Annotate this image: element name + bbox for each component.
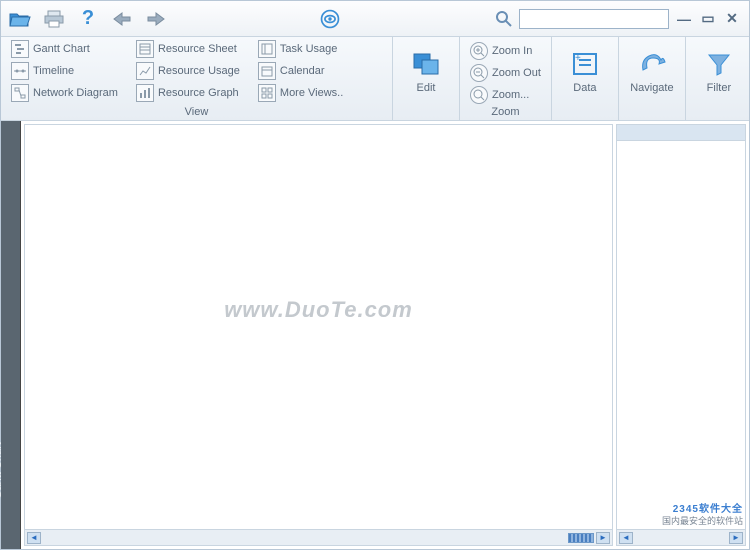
zoom-in-button[interactable]: Zoom In [466, 41, 545, 61]
filter-icon [704, 49, 734, 79]
group-edit: Edit [393, 37, 460, 120]
scroll-left-icon[interactable]: ◄ [27, 532, 41, 544]
zoom-out-button[interactable]: Zoom Out [466, 63, 545, 83]
scroll-thumb[interactable] [568, 533, 594, 543]
badge-logo: 2345软件大全 [662, 504, 743, 516]
group-view: Gantt Chart Timeline Network Diagram Res… [1, 37, 393, 120]
label: Resource Sheet [158, 43, 237, 55]
forward-icon[interactable] [145, 8, 167, 30]
vertical-tab[interactable]: Gantt Chart [1, 121, 21, 549]
timeline-icon [11, 62, 29, 80]
scroll-right-icon[interactable]: ► [596, 532, 610, 544]
side-pane-header [617, 125, 745, 141]
eye-logo-icon [319, 8, 341, 30]
calendar-icon [258, 62, 276, 80]
gantt-chart-button[interactable]: Gantt Chart [7, 39, 122, 59]
close-button[interactable]: ✕ [723, 10, 741, 28]
gantt-chart-icon [11, 40, 29, 58]
more-views-icon [258, 84, 276, 102]
label: Zoom... [492, 89, 529, 101]
group-data: + Data [552, 37, 619, 120]
group-navigate: Navigate [619, 37, 686, 120]
group-label: Zoom [466, 105, 545, 120]
watermark: www.DuoTe.com [224, 297, 413, 323]
svg-text:+: + [575, 53, 581, 64]
resource-graph-icon [136, 84, 154, 102]
label: Zoom In [492, 45, 532, 57]
vertical-tab-label: Gantt Chart [0, 442, 4, 499]
timeline-button[interactable]: Timeline [7, 61, 122, 81]
label: Timeline [33, 65, 74, 77]
label: Zoom Out [492, 67, 541, 79]
side-scrollbar[interactable]: ◄ ► [617, 529, 745, 545]
resource-usage-icon [136, 62, 154, 80]
help-icon[interactable]: ? [77, 8, 99, 30]
edit-icon [411, 49, 441, 79]
titlebar: ? — ▭ ✕ [1, 1, 749, 37]
zoom-icon [470, 86, 488, 104]
side-pane: 2345软件大全 国内最安全的软件站 ◄ ► [616, 124, 746, 546]
label: Task Usage [280, 43, 337, 55]
zoom-in-icon [470, 42, 488, 60]
navigate-button[interactable]: Navigate [625, 39, 679, 103]
resource-sheet-icon [136, 40, 154, 58]
ribbon: Gantt Chart Timeline Network Diagram Res… [1, 37, 749, 121]
data-icon: + [570, 49, 600, 79]
maximize-button[interactable]: ▭ [699, 10, 717, 28]
resource-sheet-button[interactable]: Resource Sheet [132, 39, 244, 59]
task-usage-icon [258, 40, 276, 58]
data-button[interactable]: + Data [558, 39, 612, 103]
resource-graph-button[interactable]: Resource Graph [132, 83, 244, 103]
filter-button[interactable]: Filter [692, 39, 746, 103]
calendar-button[interactable]: Calendar [254, 61, 347, 81]
open-icon[interactable] [9, 8, 31, 30]
badge-sub: 国内最安全的软件站 [662, 516, 743, 527]
label: Edit [417, 82, 436, 94]
group-filter: Filter [686, 37, 750, 120]
print-icon[interactable] [43, 8, 65, 30]
label: More Views.. [280, 87, 343, 99]
resource-usage-button[interactable]: Resource Usage [132, 61, 244, 81]
label: Network Diagram [33, 87, 118, 99]
group-label [625, 105, 679, 120]
search-icon[interactable] [493, 8, 515, 30]
edit-button[interactable]: Edit [399, 39, 453, 103]
zoom-out-icon [470, 64, 488, 82]
label: Resource Usage [158, 65, 240, 77]
site-badge: 2345软件大全 国内最安全的软件站 [662, 504, 743, 527]
label: Gantt Chart [33, 43, 90, 55]
group-label [399, 105, 453, 120]
task-usage-button[interactable]: Task Usage [254, 39, 347, 59]
group-label [558, 105, 612, 120]
label: Filter [707, 82, 731, 94]
zoom-custom-button[interactable]: Zoom... [466, 85, 545, 105]
network-diagram-button[interactable]: Network Diagram [7, 83, 122, 103]
group-zoom: Zoom In Zoom Out Zoom... Zoom [460, 37, 552, 120]
scroll-right-icon[interactable]: ► [729, 532, 743, 544]
back-icon[interactable] [111, 8, 133, 30]
scroll-left-icon[interactable]: ◄ [619, 532, 633, 544]
label: Calendar [280, 65, 325, 77]
main-pane: www.DuoTe.com ◄ ► [24, 124, 613, 546]
navigate-icon [637, 49, 667, 79]
label: Data [573, 82, 596, 94]
label: Navigate [630, 82, 673, 94]
search-input[interactable] [519, 9, 669, 29]
workspace: Gantt Chart www.DuoTe.com ◄ ► 2345软件大全 国… [1, 121, 749, 549]
network-diagram-icon [11, 84, 29, 102]
minimize-button[interactable]: — [675, 10, 693, 28]
label: Resource Graph [158, 87, 239, 99]
more-views-button[interactable]: More Views.. [254, 83, 347, 103]
group-label [692, 105, 746, 120]
main-scrollbar[interactable]: ◄ ► [25, 529, 612, 545]
group-label: View [7, 105, 386, 120]
